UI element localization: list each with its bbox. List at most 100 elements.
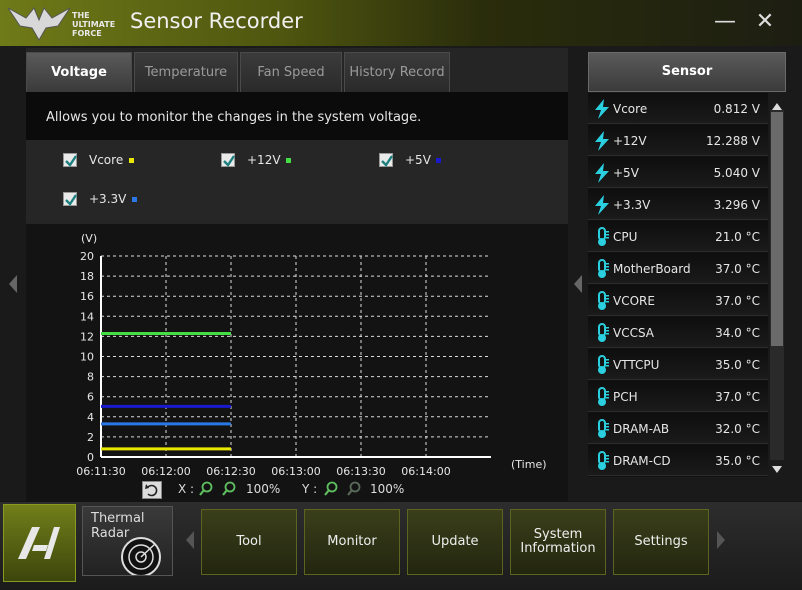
sensor-value: 35.0 °C — [715, 454, 760, 468]
sensor-row-vcore: Vcore 0.812 V — [588, 93, 768, 124]
checkbox-label-12v: +12V — [247, 153, 281, 167]
sensor-value: 37.0 °C — [715, 262, 760, 276]
tab-history-record[interactable]: History Record — [344, 52, 450, 92]
checkbox-vcore[interactable] — [63, 153, 77, 167]
x-tick-label: 06:12:00 — [141, 465, 190, 478]
system-information-button[interactable]: System Information — [510, 509, 606, 575]
zoom-in-icon[interactable] — [323, 481, 339, 497]
thermometer-icon — [593, 387, 611, 407]
zoom-x-value: 100% — [246, 482, 281, 496]
sensor-value: 5.040 V — [713, 166, 760, 180]
series-checkbox-area — [26, 140, 568, 220]
checkmark-icon — [65, 194, 77, 206]
sensor-row-5v: +5V 5.040 V — [588, 157, 768, 188]
y-tick-label: 8 — [87, 371, 94, 384]
sensor-name: CPU — [613, 230, 638, 244]
tab-temperature[interactable]: Temperature — [134, 52, 238, 92]
sensor-row-vcore: VCORE 37.0 °C — [588, 285, 768, 316]
logo-line-3: FORCE — [72, 29, 102, 38]
sensor-value: 34.0 °C — [715, 326, 760, 340]
x-tick-label: 06:13:00 — [271, 465, 320, 478]
thermal-radar-button[interactable]: Thermal Radar — [82, 506, 173, 576]
y-tick-label: 12 — [80, 330, 94, 343]
sensor-value: 12.288 V — [705, 134, 760, 148]
minimize-button[interactable]: — — [712, 9, 738, 35]
scroll-up-icon[interactable] — [771, 97, 783, 110]
zoom-in-icon[interactable] — [198, 481, 214, 497]
thermometer-icon — [593, 355, 611, 375]
sensor-name: +3.3V — [613, 198, 651, 212]
update-button[interactable]: Update — [407, 509, 503, 575]
radar-icon — [121, 537, 161, 575]
sensor-name: VCORE — [613, 294, 655, 308]
thermometer-icon — [593, 419, 611, 439]
scroll-down-icon[interactable] — [771, 461, 783, 473]
x-tick-label: 06:12:30 — [206, 465, 255, 478]
y-tick-label: 2 — [87, 431, 94, 444]
y-axis-label: (V) — [81, 232, 97, 245]
thermometer-icon — [593, 259, 611, 279]
scrollbar-thumb[interactable] — [771, 112, 783, 346]
tool-button[interactable]: Tool — [201, 509, 297, 575]
left-arrow-icon[interactable] — [8, 274, 18, 294]
tuf-logo: THE ULTIMATE FORCE — [6, 4, 124, 42]
y-tick-label: 6 — [87, 391, 94, 404]
thermometer-icon — [593, 227, 611, 247]
zoom-x-label: X : — [178, 482, 195, 496]
ai-suite-button[interactable] — [3, 504, 76, 582]
ai-suite-logo-icon — [18, 527, 60, 559]
sensor-row-12v: +12V 12.288 V — [588, 125, 768, 156]
checkbox-12v[interactable] — [221, 153, 235, 167]
checkbox-label-5v: +5V — [405, 153, 431, 167]
zoom-out-icon[interactable] — [346, 481, 362, 497]
sensor-value: 35.0 °C — [715, 358, 760, 372]
checkmark-icon — [65, 155, 77, 167]
settings-button[interactable]: Settings — [613, 509, 709, 575]
x-tick-label: 06:13:30 — [336, 465, 385, 478]
thermometer-icon — [593, 323, 611, 343]
sensor-list: Vcore 0.812 V +12V 12.288 V +5V 5.040 V +3.3V 3… — [588, 93, 768, 477]
checkbox-3-3v[interactable] — [63, 192, 77, 206]
thermometer-icon — [593, 451, 611, 471]
sensor-name: DRAM-CD — [613, 454, 671, 468]
description-box: Allows you to monitor the changes in the… — [26, 92, 568, 140]
sensor-row-3-3v: +3.3V 3.296 V — [588, 189, 768, 220]
sensor-value: 21.0 °C — [715, 230, 760, 244]
nav-left-arrow-icon[interactable] — [185, 530, 195, 550]
y-tick-label: 0 — [87, 451, 94, 464]
left-arrow-icon[interactable] — [573, 274, 583, 294]
reset-zoom-button[interactable] — [142, 481, 162, 499]
tab-fan-speed[interactable]: Fan Speed — [240, 52, 342, 92]
sensor-value: 0.812 V — [713, 102, 760, 116]
undo-icon — [145, 484, 158, 497]
lightning-bolt-icon — [593, 195, 611, 215]
monitor-button[interactable]: Monitor — [304, 509, 400, 575]
x-tick-label: 06:14:00 — [401, 465, 450, 478]
y-tick-label: 4 — [87, 411, 94, 424]
voltage-chart: 0 2 4 6 8 10 12 14 16 18 20 06:11:30 06:12:00 06:12:3… — [26, 224, 568, 502]
tab-voltage[interactable]: Voltage — [26, 52, 132, 92]
y-tick-label: 18 — [80, 270, 94, 283]
close-button[interactable]: ✕ — [752, 9, 778, 35]
zoom-out-icon[interactable] — [221, 481, 237, 497]
lightning-bolt-icon — [593, 99, 611, 119]
tuf-wings-icon — [7, 7, 71, 41]
thermometer-icon — [593, 291, 611, 311]
checkbox-5v[interactable] — [379, 153, 393, 167]
y-tick-label: 10 — [80, 351, 94, 364]
sensor-name: Vcore — [613, 102, 648, 116]
sensor-value: 32.0 °C — [715, 422, 760, 436]
sensor-value: 37.0 °C — [715, 390, 760, 404]
description-text: Allows you to monitor the changes in the… — [46, 110, 422, 125]
legend-swatch-3-3v — [132, 197, 137, 202]
sensor-name: PCH — [613, 390, 638, 404]
sensor-name: MotherBoard — [613, 262, 691, 276]
legend-swatch-12v — [286, 158, 291, 163]
sensor-row-motherboard: MotherBoard 37.0 °C — [588, 253, 768, 284]
sensor-name: VCCSA — [613, 326, 655, 340]
sensor-row-dram-ab: DRAM-AB 32.0 °C — [588, 413, 768, 444]
lightning-bolt-icon — [593, 131, 611, 151]
zoom-y-value: 100% — [370, 482, 405, 496]
checkbox-label-vcore: Vcore — [89, 153, 124, 167]
nav-right-arrow-icon[interactable] — [716, 530, 726, 550]
